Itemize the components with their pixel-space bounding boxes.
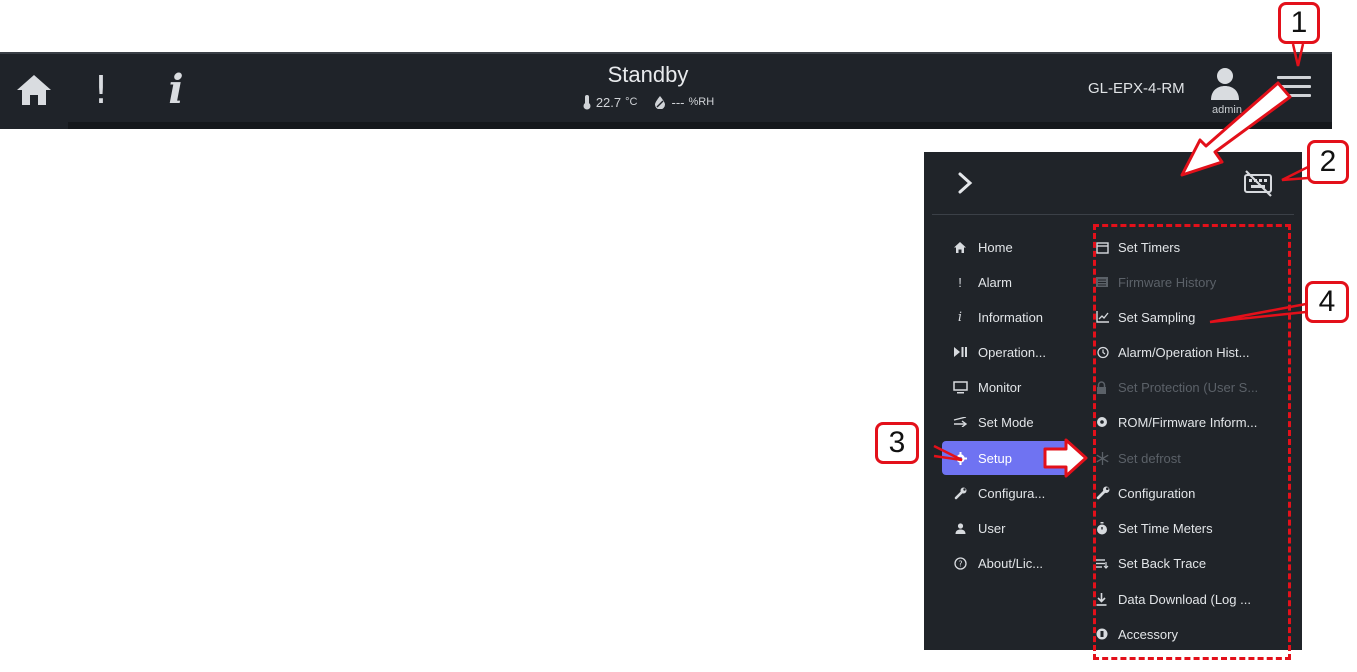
nav-item-alarm[interactable]: ! Alarm	[942, 265, 1068, 299]
nav-item-label: Home	[978, 239, 1013, 255]
annotation-label-1: 1	[1278, 2, 1320, 44]
help-icon: ?	[948, 556, 972, 570]
nav-item-label: Monitor	[978, 379, 1022, 395]
nav-item-configuration[interactable]: Configura...	[942, 476, 1068, 510]
nav-item-monitor[interactable]: Monitor	[942, 370, 1068, 404]
nav-item-label: Setup	[978, 450, 1012, 466]
wrench-icon	[948, 487, 972, 500]
status-area: Standby 22.7 °C --- %RH	[548, 62, 748, 110]
home-icon	[948, 241, 972, 253]
home-icon	[17, 75, 51, 105]
annotation-label-4: 4	[1305, 281, 1349, 323]
keyboard-off-icon[interactable]	[1242, 168, 1274, 198]
swap-icon	[948, 417, 972, 427]
monitor-icon	[948, 380, 972, 394]
alarm-icon: !	[93, 68, 109, 112]
nav-item-label: Alarm	[978, 274, 1012, 290]
alarm-button[interactable]: !	[88, 68, 114, 112]
nav-item-information[interactable]: i Information	[942, 300, 1068, 334]
annotation-dashed-box	[1093, 224, 1291, 660]
annotation-label-2: 2	[1307, 140, 1349, 184]
temperature-reading: 22.7 °C	[582, 94, 638, 110]
humidity-icon	[655, 96, 666, 109]
chevron-right-icon[interactable]	[954, 170, 976, 196]
status-title: Standby	[607, 62, 689, 87]
nav-item-home[interactable]: Home	[942, 230, 1068, 264]
svg-text:?: ?	[958, 559, 962, 568]
thermometer-icon	[583, 95, 591, 110]
humidity-reading: --- %RH	[653, 94, 714, 110]
hamburger-menu-button[interactable]	[1277, 76, 1311, 104]
nav-item-setup[interactable]: Setup	[942, 441, 1068, 475]
nav-item-operation[interactable]: Operation...	[942, 335, 1068, 369]
device-name: GL-EPX-4-RM	[1088, 80, 1185, 97]
info-icon: i	[957, 309, 963, 325]
alarm-icon: !	[958, 274, 962, 290]
humidity-value: ---	[671, 94, 685, 110]
home-button[interactable]	[14, 72, 54, 108]
nav-item-label: Configura...	[978, 485, 1046, 501]
readings: 22.7 °C --- %RH	[548, 94, 748, 110]
humidity-unit: %RH	[688, 96, 715, 108]
screen: ! i Standby 22.7°C ---%RH GL-EPX-4-RM	[0, 0, 1357, 672]
info-icon: i	[168, 65, 184, 113]
top-bar-underline	[68, 122, 1332, 129]
nav-item-label: User	[978, 520, 1006, 536]
menu-icon	[1277, 76, 1311, 97]
user-icon	[1211, 68, 1239, 100]
temperature-value: 22.7	[595, 94, 622, 110]
nav-item-label: Operation...	[978, 344, 1046, 360]
nav-item-set-mode[interactable]: Set Mode	[942, 405, 1068, 439]
user-name: admin	[1212, 104, 1242, 116]
info-button[interactable]: i	[158, 65, 194, 113]
user-button[interactable]: admin	[1206, 66, 1250, 118]
temperature-unit: °C	[625, 96, 638, 108]
gear-icon	[948, 451, 972, 465]
annotation-label-3: 3	[875, 422, 919, 464]
nav-item-label: Set Mode	[978, 414, 1034, 430]
nav-item-about[interactable]: ? About/Lic...	[942, 546, 1068, 580]
nav-item-user[interactable]: User	[942, 511, 1068, 545]
nav-item-label: About/Lic...	[978, 555, 1044, 571]
panel-separator	[932, 214, 1294, 215]
play-pause-icon	[948, 347, 972, 357]
nav-item-label: Information	[978, 309, 1044, 325]
top-bar: ! i Standby 22.7°C ---%RH GL-EPX-4-RM	[0, 52, 1332, 129]
user-icon	[948, 522, 972, 534]
